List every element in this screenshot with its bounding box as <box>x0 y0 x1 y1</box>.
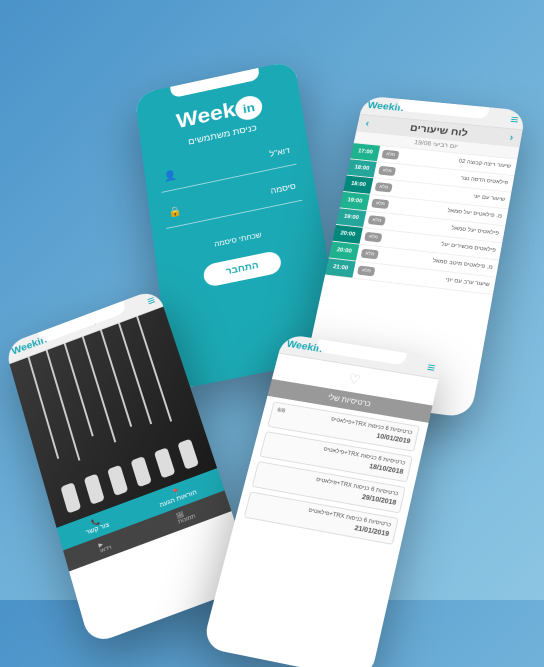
lock-icon: 🔒 <box>168 204 183 218</box>
menu-icon[interactable]: ≡ <box>145 292 157 308</box>
status-badge: מלא <box>381 150 399 160</box>
status-badge: מלא <box>357 266 376 277</box>
brand-logo: Weekin <box>285 339 323 355</box>
phone-tickets: Weekin 054-1234567 ≡ ♡ כרטיסיות שלי 6/6כ… <box>202 333 443 667</box>
menu-icon[interactable]: ≡ <box>426 359 437 375</box>
status-badge: מלא <box>368 215 386 226</box>
prev-arrow-icon[interactable]: ‹ <box>364 119 370 129</box>
phone-label: 054-1234567 <box>437 109 478 119</box>
phone-label: 054-1234567 <box>354 352 394 364</box>
tickets-screen: Weekin 054-1234567 ≡ ♡ כרטיסיות שלי 6/6כ… <box>202 333 443 667</box>
forgot-link[interactable]: שכחתי סיסמה <box>214 231 262 249</box>
ticket-count: 6/6 <box>277 408 286 415</box>
time-slot: 19:00 <box>340 192 370 210</box>
tickets-list: 6/6כרטיסיות 6 כניסות TRX+פילאטיס10/01/20… <box>236 400 427 546</box>
time-slot: 20:00 <box>329 242 359 261</box>
schedule-list: יום רביעי 19/0617:00מלאשיעור ריצה קבוצה … <box>325 131 519 295</box>
contact-label: צור קשר <box>85 314 109 328</box>
status-badge: מלא <box>378 166 396 176</box>
user-icon: 👤 <box>163 169 178 183</box>
photos-tab[interactable]: 🖼תמונות <box>176 507 197 525</box>
login-button[interactable]: התחבר <box>203 250 282 288</box>
time-slot: 18:00 <box>347 159 377 177</box>
time-slot: 17:00 <box>350 143 380 161</box>
brand-logo: Weekin <box>367 100 405 113</box>
status-badge: מלא <box>361 249 380 260</box>
time-slot: 18:00 <box>343 176 373 194</box>
next-arrow-icon[interactable]: › <box>509 133 514 144</box>
status-badge: מלא <box>371 199 389 209</box>
time-slot: 21:00 <box>325 258 356 277</box>
status-badge: מלא <box>364 232 382 243</box>
menu-icon[interactable]: ≡ <box>509 112 519 126</box>
status-badge: מלא <box>375 182 393 192</box>
time-slot: 19:00 <box>336 208 366 227</box>
video-tab[interactable]: ▶וידאו <box>98 538 113 554</box>
time-slot: 20:00 <box>332 225 362 244</box>
